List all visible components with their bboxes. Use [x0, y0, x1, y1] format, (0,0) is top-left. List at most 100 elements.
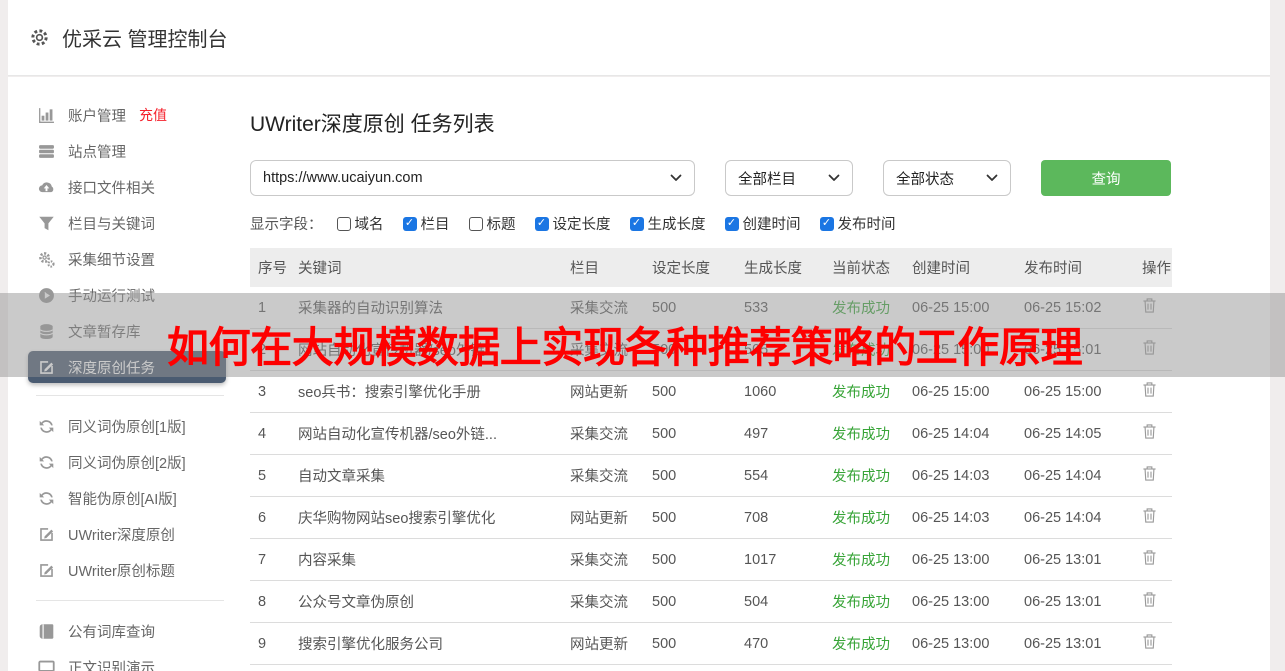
sidebar-item-采集细节设置[interactable]: 采集细节设置 [8, 241, 242, 277]
checkbox-unchecked[interactable] [336, 216, 351, 231]
cell-gen-length: 1017 [736, 538, 824, 581]
checkbox-checked[interactable]: ✓ [819, 216, 834, 231]
refresh-icon [38, 418, 55, 435]
column-select[interactable]: 全部栏目 [725, 160, 853, 196]
gears-icon [38, 251, 55, 268]
table-row: 5 自动文章采集 采集交流 500 554 发布成功 06-25 14:03 06-25 14… [250, 454, 1172, 497]
cell-column: 网站更新 [562, 496, 644, 539]
cell-column: 网站更新 [562, 664, 644, 671]
column-header: 生成长度 [736, 248, 824, 287]
cell-set-length: 500 [644, 538, 736, 581]
sidebar-item-UWriter深度原创[interactable]: UWriter深度原创 [8, 516, 242, 552]
field-option-发布时间[interactable]: ✓ 发布时间 [819, 213, 896, 234]
trash-icon[interactable] [1142, 507, 1157, 524]
trash-icon[interactable] [1142, 381, 1157, 398]
app-header: 优采云 管理控制台 [8, 0, 1270, 76]
cell-gen-length: 572 [736, 664, 824, 671]
cell-index: 8 [250, 580, 290, 623]
cell-set-length: 500 [644, 580, 736, 623]
field-option-生成长度[interactable]: ✓ 生成长度 [629, 213, 706, 234]
cloud-upload-icon [38, 179, 55, 196]
checkbox-checked[interactable]: ✓ [724, 216, 739, 231]
field-option-域名[interactable]: 域名 [336, 213, 384, 234]
trash-icon[interactable] [1142, 423, 1157, 440]
sidebar-item-UWriter原创标题[interactable]: UWriter原创标题 [8, 552, 242, 588]
sidebar-item-同义词伪原创[2版][interactable]: 同义词伪原创[2版] [8, 444, 242, 480]
trash-icon[interactable] [1142, 591, 1157, 608]
field-option-栏目[interactable]: ✓ 栏目 [402, 213, 450, 234]
sidebar-item-label: 公有词库查询 [68, 624, 155, 641]
cell-actions [1134, 454, 1172, 497]
bar-chart-icon [38, 107, 55, 124]
field-option-创建时间[interactable]: ✓ 创建时间 [724, 213, 801, 234]
cell-published: 06-25 14:04 [1016, 496, 1134, 539]
cell-published: 06-25 13:01 [1016, 622, 1134, 665]
checkbox-checked[interactable]: ✓ [629, 216, 644, 231]
trash-icon[interactable] [1142, 549, 1157, 566]
field-option-label: 域名 [354, 217, 384, 233]
column-header: 栏目 [562, 248, 644, 287]
column-header: 操作 [1134, 248, 1172, 287]
recharge-badge[interactable]: 充值 [139, 105, 167, 125]
table-row: 10搜索引擎的网站优化网站更新500572发布成功06-25 12:0306-2… [250, 664, 1172, 671]
cell-column: 网站更新 [562, 622, 644, 665]
field-option-label: 生成长度 [647, 217, 706, 233]
cell-created: 06-25 14:03 [904, 454, 1016, 497]
cell-created: 06-25 14:03 [904, 496, 1016, 539]
cell-published: 06-25 14:05 [1016, 412, 1134, 455]
filter-icon [38, 215, 55, 232]
table-row: 9 搜索引擎优化服务公司 网站更新 500 470 发布成功 06-25 13:00 06-2… [250, 622, 1172, 665]
site-select-value: https://www.ucaiyun.com [263, 170, 423, 186]
field-option-label: 发布时间 [837, 217, 896, 233]
checkbox-unchecked[interactable] [468, 216, 483, 231]
column-header: 创建时间 [904, 248, 1016, 287]
cell-index: 7 [250, 538, 290, 581]
cell-column: 采集交流 [562, 454, 644, 497]
cell-keyword: 庆华购物网站seo搜索引擎优化 [290, 496, 562, 539]
cell-set-length: 500 [644, 454, 736, 497]
cell-status: 发布成功 [824, 496, 904, 539]
column-select-value: 全部栏目 [738, 171, 796, 188]
column-header: 当前状态 [824, 248, 904, 287]
field-option-设定长度[interactable]: ✓ 设定长度 [534, 213, 611, 234]
field-option-label: 设定长度 [552, 217, 611, 233]
sidebar-item-label: 栏目与关键词 [68, 216, 155, 233]
cell-actions [1134, 496, 1172, 539]
watermark-text: 如何在大规模数据上实现各种推荐策略的工作原理 [167, 324, 1083, 371]
cell-published: 06-25 13:01 [1016, 538, 1134, 581]
query-button[interactable]: 查询 [1041, 160, 1171, 196]
cell-status: 发布成功 [824, 664, 904, 671]
fields-row: 显示字段： 域名 ✓ 栏目 标题 ✓ 设定长度 ✓ 生成长度 ✓ 创建时间 ✓ 发布时间 [250, 213, 1185, 234]
status-select-value: 全部状态 [896, 171, 954, 188]
field-option-标题[interactable]: 标题 [468, 213, 516, 234]
sidebar-item-栏目与关键词[interactable]: 栏目与关键词 [8, 205, 242, 241]
refresh-icon [38, 454, 55, 471]
sidebar-item-label: UWriter原创标题 [68, 563, 175, 580]
sidebar-item-label: 同义词伪原创[1版] [68, 419, 186, 436]
checkbox-checked[interactable]: ✓ [534, 216, 549, 231]
trash-icon[interactable] [1142, 465, 1157, 482]
trash-icon[interactable] [1142, 633, 1157, 650]
sidebar-item-正文识别演示[interactable]: 正文识别演示 [8, 649, 242, 671]
chevron-down-icon [670, 170, 682, 186]
cell-set-length: 500 [644, 664, 736, 671]
checkbox-checked[interactable]: ✓ [402, 216, 417, 231]
sidebar-item-label: 采集细节设置 [68, 252, 155, 269]
cell-status: 发布成功 [824, 412, 904, 455]
cell-actions [1134, 664, 1172, 671]
refresh-icon [38, 490, 55, 507]
sidebar-item-同义词伪原创[1版][interactable]: 同义词伪原创[1版] [8, 408, 242, 444]
sidebar-item-站点管理[interactable]: 站点管理 [8, 133, 242, 169]
table-row: 4 网站自动化宣传机器/seo外链... 采集交流 500 497 发布成功 06-25 1… [250, 412, 1172, 455]
cell-keyword: 网站自动化宣传机器/seo外链... [290, 412, 562, 455]
cell-actions [1134, 580, 1172, 623]
sidebar-divider [36, 395, 224, 396]
sidebar-item-账户管理[interactable]: 账户管理 充值 [8, 97, 242, 133]
status-select[interactable]: 全部状态 [883, 160, 1011, 196]
sidebar-item-接口文件相关[interactable]: 接口文件相关 [8, 169, 242, 205]
sidebar-item-智能伪原创[AI版][interactable]: 智能伪原创[AI版] [8, 480, 242, 516]
field-option-label: 创建时间 [742, 217, 801, 233]
sidebar-item-公有词库查询[interactable]: 公有词库查询 [8, 613, 242, 649]
cell-status: 发布成功 [824, 622, 904, 665]
site-select[interactable]: https://www.ucaiyun.com [250, 160, 695, 196]
